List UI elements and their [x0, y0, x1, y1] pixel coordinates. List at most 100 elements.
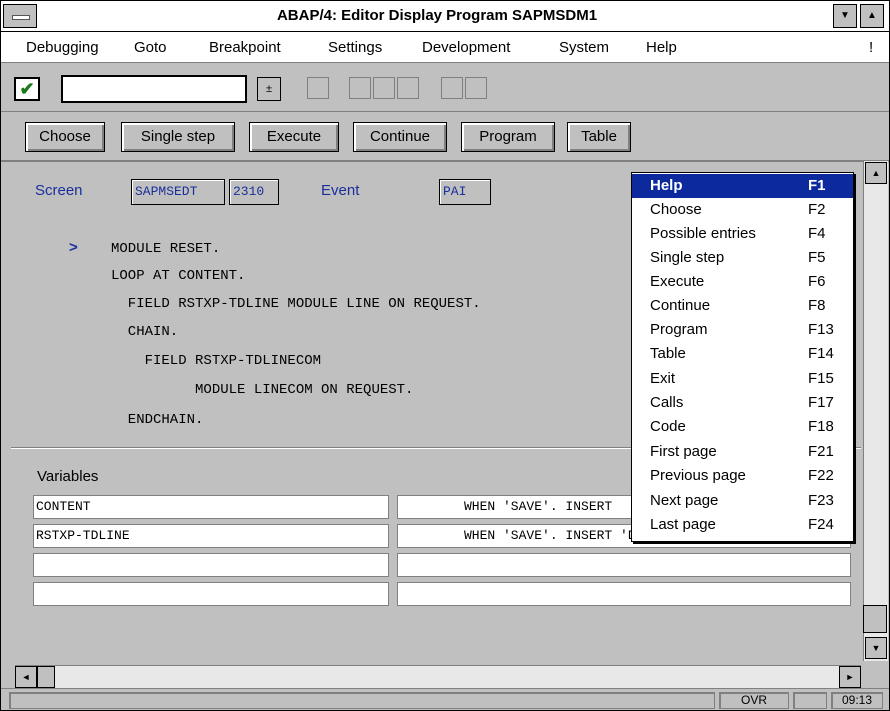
execute-button[interactable]: Execute [249, 122, 339, 152]
menu-item-label: Last page [650, 516, 716, 533]
enter-check-icon[interactable]: ✔ [14, 77, 40, 101]
menu-item-calls[interactable]: Calls F17 [632, 391, 853, 415]
back-icon[interactable] [349, 77, 371, 99]
menu-item-continue[interactable]: Continue F8 [632, 294, 853, 318]
menu-item-key: F13 [808, 321, 834, 338]
title-bar: ABAP/4: Editor Display Program SAPMSDM1 … [1, 1, 889, 32]
find-icon[interactable] [441, 77, 463, 99]
menu-item-key: F18 [808, 418, 834, 435]
menu-item-key: F1 [808, 177, 826, 194]
menu-goto[interactable]: Goto [134, 39, 167, 56]
menu-item-key: F24 [808, 516, 834, 533]
variable-value-field[interactable] [397, 582, 851, 606]
menu-item-key: F14 [808, 345, 834, 362]
menu-item-single-step[interactable]: Single step F5 [632, 246, 853, 270]
menu-item-label: Execute [650, 273, 705, 290]
menu-item-label: Help [650, 177, 683, 194]
menu-item-help[interactable]: Help F1 [632, 174, 853, 198]
command-history-button[interactable]: ± [257, 77, 281, 101]
menu-item-exit[interactable]: Exit F15 [632, 367, 853, 391]
menu-item-label: Choose [650, 201, 702, 218]
scroll-right-icon[interactable]: ► [839, 666, 861, 688]
menu-development[interactable]: Development [422, 39, 510, 56]
command-field[interactable] [61, 75, 247, 103]
minimize-button[interactable]: ▼ [833, 4, 857, 28]
menu-item-table[interactable]: Table F14 [632, 342, 853, 366]
screen-number-field: 2310 [229, 179, 279, 205]
program-button[interactable]: Program [461, 122, 555, 152]
variable-value-field[interactable] [397, 553, 851, 577]
menu-item-key: F17 [808, 394, 834, 411]
event-field: PAI [439, 179, 491, 205]
status-message [9, 692, 715, 709]
menu-settings[interactable]: Settings [328, 39, 382, 56]
screen-program-field: SAPMSEDT [131, 179, 225, 205]
menu-item-key: F15 [808, 370, 834, 387]
cancel-icon[interactable] [397, 77, 419, 99]
menu-item-label: Next page [650, 492, 719, 509]
single-step-button[interactable]: Single step [121, 122, 235, 152]
status-mode: OVR [719, 692, 789, 709]
menu-trailing-mark: ! [869, 39, 874, 56]
scroll-up-icon[interactable]: ▲ [865, 162, 887, 184]
event-label: Event [321, 182, 360, 199]
exit-icon[interactable] [373, 77, 395, 99]
menu-item-key: F6 [808, 273, 826, 290]
menu-item-key: F4 [808, 225, 826, 242]
application-toolbar: Choose Single step Execute Continue Prog… [1, 112, 889, 162]
menu-item-program[interactable]: Program F13 [632, 318, 853, 342]
menu-item-label: Possible entries [650, 225, 756, 242]
code-line-1[interactable]: MODULE RESET. [111, 241, 220, 257]
window-title: ABAP/4: Editor Display Program SAPMSDM1 [276, 7, 598, 24]
vertical-scroll-thumb[interactable] [863, 605, 887, 633]
code-line-7[interactable]: ENDCHAIN. [111, 412, 204, 428]
code-line-6[interactable]: MODULE LINECOM ON REQUEST. [111, 382, 413, 398]
menu-item-previous-page[interactable]: Previous page F22 [632, 464, 853, 488]
menu-item-next-page[interactable]: Next page F23 [632, 489, 853, 513]
menu-item-label: Single step [650, 249, 725, 266]
code-line-5[interactable]: FIELD RSTXP-TDLINECOM [111, 353, 321, 369]
menu-item-choose[interactable]: Choose F2 [632, 198, 853, 222]
menu-item-execute[interactable]: Execute F6 [632, 270, 853, 294]
variable-name-field[interactable] [33, 582, 389, 606]
variable-name-field[interactable] [33, 553, 389, 577]
menu-item-last-page[interactable]: Last page F24 [632, 513, 853, 537]
menu-item-key: F22 [808, 467, 834, 484]
current-line-marker: > [69, 239, 78, 256]
variable-name-field[interactable]: RSTXP-TDLINE [33, 524, 389, 548]
menu-system[interactable]: System [559, 39, 609, 56]
vertical-scrollbar[interactable]: ▲ ▼ [863, 161, 888, 661]
variable-name-field[interactable]: CONTENT [33, 495, 389, 519]
menu-item-label: Program [650, 321, 708, 338]
menu-item-code[interactable]: Code F18 [632, 415, 853, 439]
menu-debugging[interactable]: Debugging [26, 39, 99, 56]
menu-item-key: F23 [808, 492, 834, 509]
menu-item-possible-entries[interactable]: Possible entries F4 [632, 222, 853, 246]
system-menu-button[interactable] [3, 4, 37, 28]
code-line-4[interactable]: CHAIN. [111, 324, 178, 340]
table-button[interactable]: Table [567, 122, 631, 152]
menu-item-key: F21 [808, 443, 834, 460]
save-icon[interactable] [307, 77, 329, 99]
find-next-icon[interactable] [465, 77, 487, 99]
menu-item-label: Calls [650, 394, 684, 411]
scroll-down-icon[interactable]: ▼ [865, 637, 887, 659]
menu-item-key: F8 [808, 297, 826, 314]
menu-item-key: F2 [808, 201, 826, 218]
horizontal-scroll-thumb[interactable] [37, 666, 55, 688]
code-line-3[interactable]: FIELD RSTXP-TDLINE MODULE LINE ON REQUES… [111, 296, 481, 312]
code-line-2[interactable]: LOOP AT CONTENT. [111, 268, 245, 284]
menu-help[interactable]: Help [646, 39, 677, 56]
scroll-left-icon[interactable]: ◄ [15, 666, 37, 688]
maximize-button[interactable]: ▲ [860, 4, 884, 28]
choose-button[interactable]: Choose [25, 122, 105, 152]
menu-item-label: Continue [650, 297, 711, 314]
menu-bar: Debugging Goto Breakpoint Settings Devel… [1, 32, 889, 63]
menu-breakpoint[interactable]: Breakpoint [209, 39, 281, 56]
continue-button[interactable]: Continue [353, 122, 447, 152]
standard-toolbar: ✔ ± [1, 63, 889, 112]
variables-label: Variables [37, 468, 99, 485]
menu-item-first-page[interactable]: First page F21 [632, 440, 853, 464]
menu-item-label: Previous page [650, 467, 746, 484]
horizontal-scrollbar[interactable]: ◄ ► [15, 665, 861, 688]
